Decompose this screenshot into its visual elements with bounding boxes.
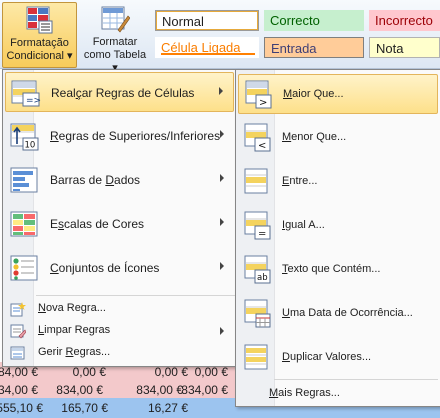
submenu-arrow-icon [220,174,224,182]
submenu-item-greater-than[interactable]: > Maior Que... [238,74,438,114]
sheet-cell[interactable]: 834,00 € [0,383,38,397]
svg-text:10: 10 [25,141,36,151]
menu-item-clear-rules[interactable]: Limpar Regras [5,320,234,342]
svg-text:=>: => [26,96,41,106]
menu-item-icon-sets[interactable]: Conjuntos de Ícones [5,248,234,288]
submenu-arrow-icon [220,262,224,270]
duplicate-values-icon [244,344,268,370]
submenu-item-label: Duplicar Valores... [282,351,372,363]
svg-text:>: > [259,98,267,109]
submenu-item-label: Entre... [282,175,318,187]
submenu-item-label: Maior Que... [283,88,344,100]
manage-rules-icon [10,346,25,360]
menu-item-label: Barras de Dados [50,173,141,187]
menu-item-data-bars[interactable]: Barras de Dados [5,160,234,200]
icon-sets-icon [10,255,38,281]
submenu-item-date-occurring[interactable]: Uma Data de Ocorrência... [238,294,438,334]
submenu-item-text-contains[interactable]: ab Texto que Contém... [238,250,438,290]
conditional-formatting-icon [26,6,52,34]
style-normal[interactable]: Normal [155,10,259,31]
submenu-arrow-icon [220,327,224,335]
menu-item-label: Realçar Regras de Células [51,86,195,100]
format-as-table-icon [101,6,130,33]
text-contains-icon: ab [244,255,271,284]
conditional-formatting-label-2: Condicional ▾ [6,50,73,62]
submenu-arrow-icon [220,130,224,138]
data-bars-icon [10,167,38,193]
conditional-formatting-menu: => Realçar Regras de Células 10 Regras d… [2,69,238,367]
menu-item-label: Regras de Superiores/Inferiores [50,129,221,143]
sheet-cell[interactable]: 84,00 € [0,365,38,379]
menu-item-label: Limpar Regras [38,324,111,336]
menu-item-label: Nova Regra... [38,302,106,314]
submenu-separator [274,379,438,380]
submenu-item-less-than[interactable]: < Menor Que... [238,118,438,158]
menu-item-label: Conjuntos de Ícones [50,261,160,275]
sheet-cell[interactable]: 0,00 € [48,365,106,379]
between-icon [244,168,268,194]
format-as-table-label-1: Formatar [92,36,138,48]
style-entrada[interactable]: Entrada [264,37,364,58]
submenu-item-label: Menor Que... [282,131,347,143]
sheet-cell[interactable]: 165,70 € [50,401,108,415]
submenu-item-between[interactable]: Entre... [238,162,438,202]
menu-item-manage-rules[interactable]: Gerir Regras... [5,342,234,364]
submenu-item-label: Texto que Contém... [282,263,381,275]
greater-than-icon: > [245,80,272,109]
conditional-formatting-label-1: Formatação [10,37,69,49]
sheet-cell[interactable]: 0,00 € [170,365,228,379]
conditional-formatting-button[interactable]: Formatação Condicional ▾ [2,2,77,68]
style-correcto[interactable]: Correcto [264,10,364,31]
menu-item-label: Gerir Regras... [38,346,111,358]
submenu-item-label: Igual A... [282,219,325,231]
submenu-item-label: Uma Data de Ocorrência... [282,307,413,319]
style-celula-ligada[interactable]: Célula Ligada [155,37,259,58]
highlight-cells-rules-icon: => [11,80,41,107]
ribbon: Formatação Condicional ▾ Formatar como T… [0,0,440,74]
submenu-item-equal-to[interactable]: = Igual A... [238,206,438,246]
color-scales-icon [10,211,38,237]
sheet-cell[interactable]: 834,00 € [170,383,228,397]
submenu-item-duplicate-values[interactable]: Duplicar Valores... [238,338,438,378]
menu-item-top-bottom-rules[interactable]: 10 Regras de Superiores/Inferiores [5,116,234,156]
svg-text:<: < [258,141,266,152]
style-nota[interactable]: Nota [369,37,440,58]
style-incorrecto[interactable]: Incorrecto [369,10,440,31]
clear-rules-icon [10,324,26,339]
sheet-cell[interactable]: 16,27 € [130,401,188,415]
new-rule-icon [10,302,26,317]
menu-item-highlight-cells-rules[interactable]: => Realçar Regras de Células [5,72,234,112]
highlight-cells-rules-submenu: > Maior Que... < Menor Que... Entre... =… [235,69,440,407]
menu-item-label: Escalas de Cores [50,217,145,231]
sheet-cell[interactable]: 555,10 € [0,401,43,415]
menu-separator [36,295,236,296]
sheet-cell[interactable]: 834,00 € [45,383,103,397]
submenu-arrow-icon [220,218,224,226]
submenu-item-more-rules[interactable]: Mais Regras... [269,387,340,399]
top-bottom-rules-icon: 10 [10,123,39,151]
equal-to-icon: = [244,211,271,240]
format-as-table-button[interactable]: Formatar como Tabela ▾ [80,2,150,74]
date-occurring-icon [244,299,271,328]
menu-item-new-rule[interactable]: Nova Regra... [5,298,234,320]
submenu-arrow-icon [219,87,223,95]
svg-text:=: = [258,229,266,240]
svg-text:ab: ab [257,273,268,283]
less-than-icon: < [244,123,271,152]
menu-item-color-scales[interactable]: Escalas de Cores [5,204,234,244]
